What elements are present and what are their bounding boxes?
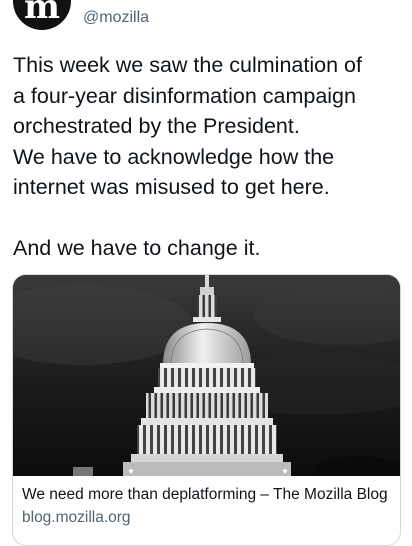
tweet-text-line: We have to acknowledge how the [13,144,335,169]
tweet-text-line: a four-year disinformation campaign [13,83,356,108]
capitol-dome-photo [13,275,400,476]
tweet-text-line: orchestrated by the President. [13,114,300,138]
link-card-title[interactable]: We need more than deplatforming – The Mo… [22,486,388,504]
link-card-domain[interactable]: blog.mozilla.org [22,509,131,527]
tweet-text-line: internet was misused to get here. [13,175,330,199]
account-handle[interactable]: @mozilla [83,9,149,27]
mozilla-logo-icon: m [24,0,60,27]
tweet-text-line: And we have to change it. [13,236,261,260]
tweet-text-line: This week we saw the culmination of [13,53,362,77]
avatar[interactable]: m [13,0,71,30]
tweet-text: This week we saw the culmination of a fo… [13,50,405,264]
link-preview-card[interactable]: We need more than deplatforming – The Mo… [12,274,401,546]
